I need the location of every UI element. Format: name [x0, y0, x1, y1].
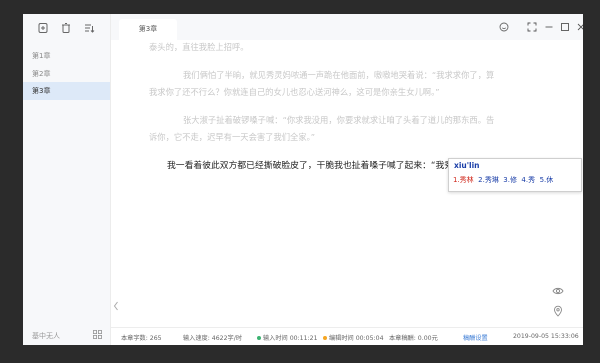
paragraph: 我们俩怕了半晌，就见秀灵妈哝通一声跪在他面前，嗷嗷地哭着说：“我求求你了，算 [183, 70, 495, 80]
chapter-item-3[interactable]: 第3章 [23, 82, 110, 100]
smiley-icon[interactable] [499, 22, 509, 32]
input-time-value: 输入时间 00:11:21 [263, 335, 318, 342]
active-dot-icon [257, 336, 261, 340]
ime-pinyin: xiu'lin [454, 161, 480, 170]
ime-candidates: 1.秀林 2.秀琳 3.修 4.秀 5.休 [453, 175, 553, 185]
eye-icon[interactable] [552, 285, 564, 297]
paragraph: 诉你，它不走，迟早有一天会害了我们全家。” [149, 132, 316, 142]
tab-chapter-3[interactable]: 第3章 [119, 19, 177, 40]
chapter-item-1[interactable]: 第1章 [23, 47, 110, 65]
datetime: 2019-09-05 15:33:06 [513, 333, 579, 340]
chapter-item-2[interactable]: 第2章 [23, 65, 110, 83]
ime-candidate[interactable]: 1.秀林 [453, 176, 474, 184]
tab-bar: 第3章 [111, 14, 583, 40]
paragraph: 我求你了还不行么？你就连自己的女儿也忍心送河神么，这可是你亲生女儿啊。” [149, 87, 440, 97]
paragraph: 泰头的，直往我脸上招呼。 [149, 42, 249, 52]
ime-candidate[interactable]: 5.休 [540, 176, 554, 184]
fullscreen-icon[interactable] [527, 22, 537, 32]
ime-candidate[interactable]: 2.秀琳 [478, 176, 499, 184]
maximize-icon[interactable] [560, 22, 570, 32]
edit-time: 编辑时间 00:05:04 [323, 333, 384, 342]
edit-time-value: 编辑时间 00:05:04 [329, 335, 384, 342]
sidebar: 第1章 第2章 第3章 基中无人 [23, 14, 111, 345]
ime-candidate[interactable]: 3.修 [503, 176, 517, 184]
edit-dot-icon [323, 336, 327, 340]
delete-icon[interactable] [60, 22, 72, 34]
sort-icon[interactable] [83, 22, 95, 34]
sidebar-toolbar [23, 20, 110, 40]
input-speed: 输入速度: 4622字/时 [183, 335, 243, 342]
location-icon[interactable] [552, 305, 564, 317]
book-title: 基中无人 [32, 332, 60, 340]
minimize-icon[interactable] [544, 22, 554, 32]
new-chapter-icon[interactable] [37, 22, 49, 34]
status-bar: 本章字数: 265 输入速度: 4622字/时 输入时间 00:11:21 编辑… [111, 327, 583, 345]
ime-candidate-popup: xiu'lin 1.秀林 2.秀琳 3.修 4.秀 5.休 [448, 158, 582, 192]
chapter-earnings: 本章稿酬: 0.00元 [389, 335, 438, 342]
chapter-word-count: 本章字数: 265 [121, 335, 162, 342]
collapse-arrow-icon[interactable] [111, 296, 121, 316]
ime-candidate[interactable]: 4.秀 [521, 176, 535, 184]
paragraph: 张大淑子扯着破锣嗓子喊：“你求我没用，你要求就求让咱了头着了道儿的那东西。告 [183, 115, 495, 125]
current-paragraph: 我一看着彼此双方都已经撕破脸皮了，干脆我也扯着嗓子喊了起来：“我秀 [167, 161, 454, 171]
input-time: 输入时间 00:11:21 [257, 333, 318, 342]
grid-view-icon[interactable] [93, 330, 102, 339]
close-icon[interactable] [576, 22, 583, 32]
earnings-settings-link[interactable]: 稿酬设置 [463, 333, 488, 342]
